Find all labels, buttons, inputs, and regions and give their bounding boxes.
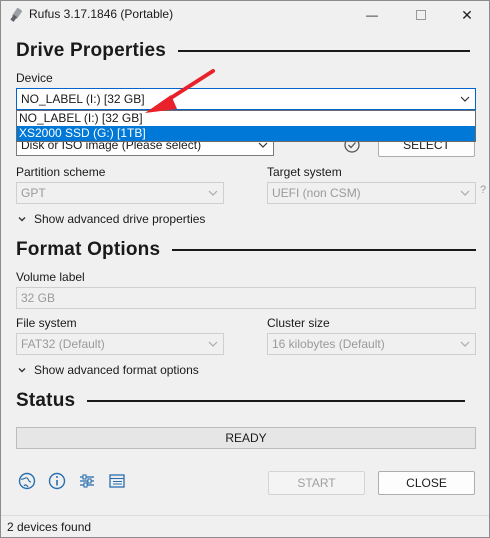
target-system-combo[interactable]: UEFI (non CSM) [267,182,476,204]
volume-label-input[interactable]: 32 GB [16,287,476,309]
close-window-button[interactable]: ✕ [444,1,490,29]
chevron-down-icon [18,368,26,373]
target-system-label: Target system [267,165,342,179]
maximize-icon [416,10,426,20]
advanced-format-toggle[interactable]: Show advanced format options [16,363,199,377]
info-icon[interactable] [47,471,67,491]
partition-scheme-combo[interactable]: GPT [16,182,224,204]
device-combo-value: NO_LABEL (I:) [32 GB] [21,92,145,106]
chevron-down-icon [18,217,26,222]
partition-scheme-value: GPT [21,186,46,200]
partition-scheme-label: Partition scheme [16,165,106,179]
section-divider [172,249,476,251]
device-label: Device [16,71,53,85]
format-options-header: Format Options [16,237,476,263]
status-header: Status [16,388,476,414]
maximize-button[interactable] [398,1,444,29]
cluster-size-combo[interactable]: 16 kilobytes (Default) [267,333,476,355]
log-icon[interactable] [107,471,127,491]
chevron-down-icon [460,190,470,196]
device-option-0[interactable]: NO_LABEL (I:) [32 GB] [17,111,475,126]
close-button[interactable]: CLOSE [378,471,475,495]
status-title: Status [16,390,76,411]
chevron-down-icon [208,190,218,196]
cluster-size-value: 16 kilobytes (Default) [272,337,385,351]
drive-properties-title: Drive Properties [16,40,166,61]
file-system-label: File system [16,316,77,330]
device-option-1[interactable]: XS2000 SSD (G:) [1TB] [17,126,475,141]
rufus-window: Rufus 3.17.1846 (Portable) — ✕ Drive Pro… [0,0,490,538]
advanced-drive-toggle[interactable]: Show advanced drive properties [16,212,205,226]
advanced-drive-toggle-label: Show advanced drive properties [34,212,206,226]
advanced-format-toggle-label: Show advanced format options [34,363,199,377]
status-bar: 2 devices found [1,515,489,537]
volume-label-label: Volume label [16,270,85,284]
device-combo[interactable]: NO_LABEL (I:) [32 GB] [16,88,476,110]
settings-sliders-icon[interactable] [77,471,97,491]
status-progress-bar: READY [16,427,476,449]
window-title: Rufus 3.17.1846 (Portable) [29,7,174,21]
annotation-arrow-icon [145,69,215,113]
device-dropdown-list[interactable]: NO_LABEL (I:) [32 GB] XS2000 SSD (G:) [1… [16,110,476,142]
globe-icon[interactable] [17,471,37,491]
title-bar: Rufus 3.17.1846 (Portable) — ✕ [1,1,489,29]
cluster-size-label: Cluster size [267,316,330,330]
chevron-down-icon [460,341,470,347]
help-icon[interactable]: ? [480,184,486,196]
drive-properties-header: Drive Properties [16,38,476,64]
progress-text: READY [225,431,267,445]
section-divider [87,400,466,402]
chevron-down-icon [460,96,470,102]
usb-drive-icon [10,7,23,22]
section-divider [178,50,470,52]
file-system-combo[interactable]: FAT32 (Default) [16,333,224,355]
volume-label-value: 32 GB [21,291,56,305]
target-system-value: UEFI (non CSM) [272,186,361,200]
minimize-icon: — [366,8,378,22]
start-button[interactable]: START [268,471,365,495]
minimize-button[interactable]: — [349,1,395,29]
chevron-down-icon [208,341,218,347]
format-options-title: Format Options [16,239,161,260]
close-icon: ✕ [461,6,473,23]
status-bar-text: 2 devices found [7,519,92,534]
file-system-value: FAT32 (Default) [21,337,105,351]
